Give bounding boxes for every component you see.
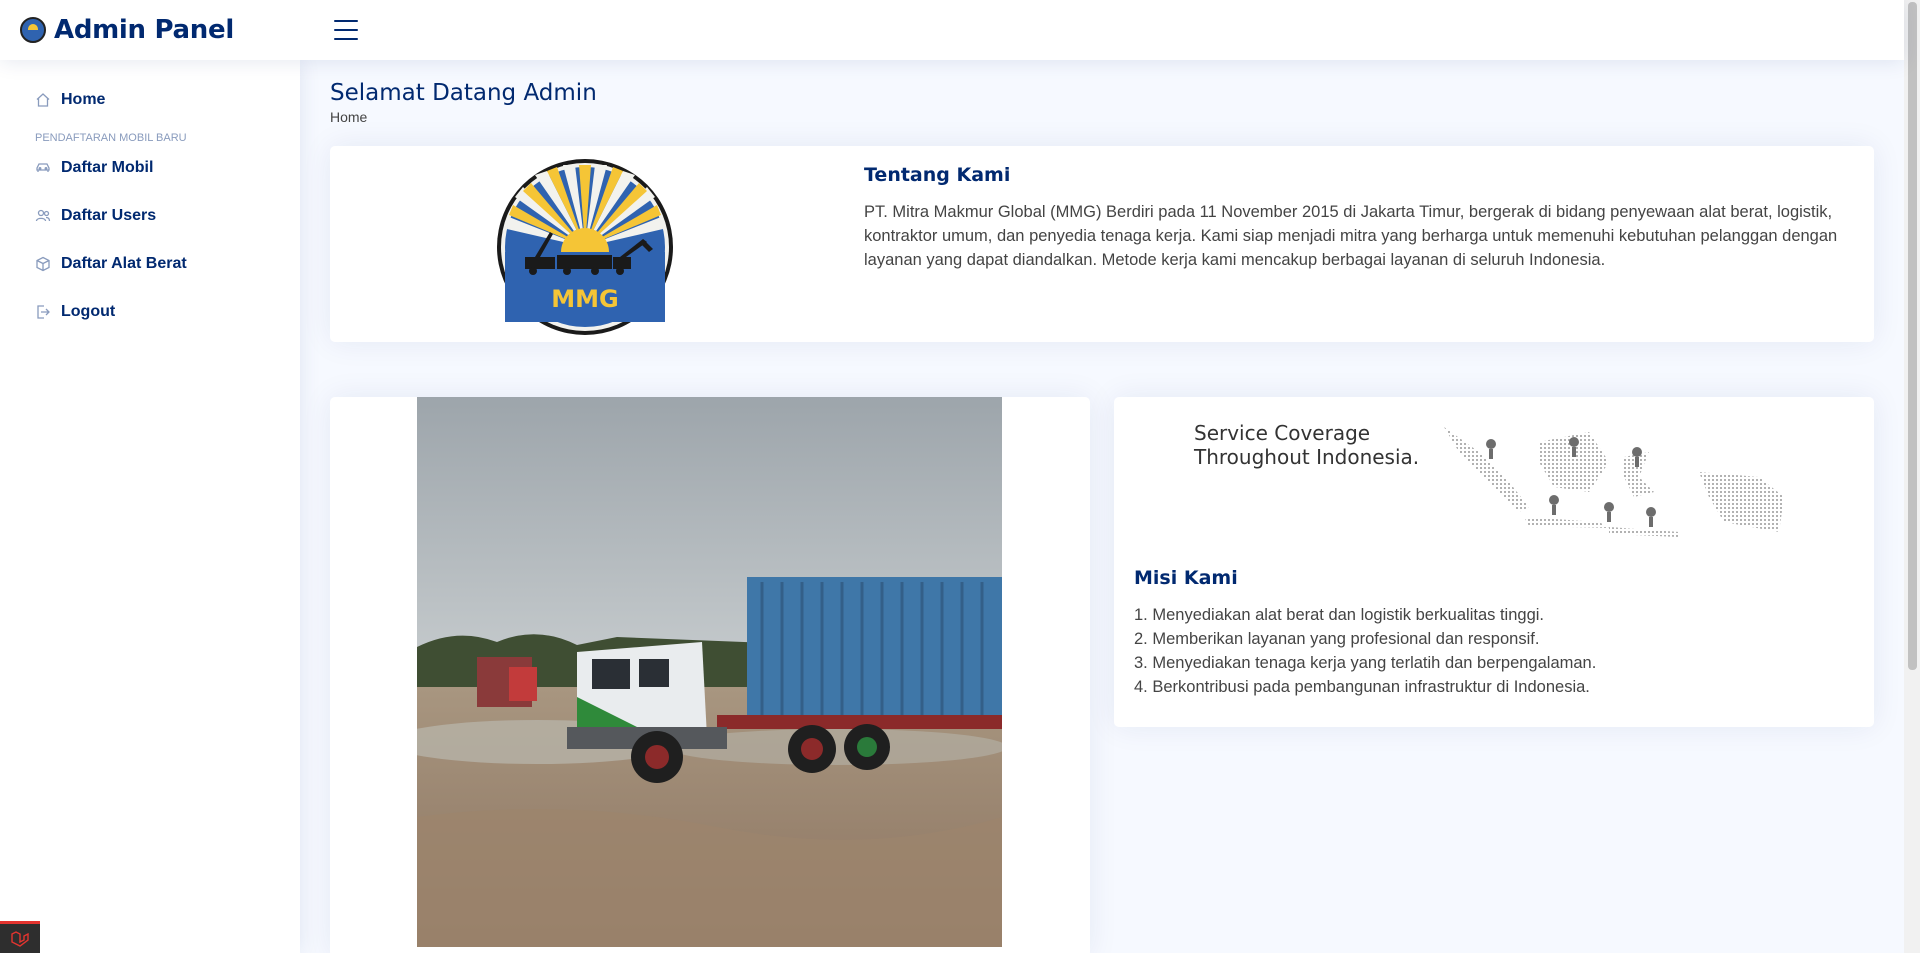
mission-section: Misi Kami 1. Menyediakan alat berat dan …: [1134, 567, 1854, 699]
main-content: Selamat Datang Admin Home MMG Tentang Ka…: [300, 60, 1904, 953]
sidebar-item-logout[interactable]: Logout: [20, 292, 280, 332]
coverage-banner: Service Coverage Throughout Indonesia.: [1194, 407, 1794, 547]
house-icon: [35, 92, 51, 108]
list-item: 4. Berkontribusi pada pembangunan infras…: [1134, 678, 1590, 696]
mmg-company-logo: MMG: [497, 159, 673, 335]
indonesia-map: [1444, 427, 1784, 537]
car-icon: [35, 160, 51, 176]
scrollbar-thumb[interactable]: [1908, 2, 1917, 670]
mission-title: Misi Kami: [1134, 567, 1238, 589]
hamburger-icon[interactable]: [334, 20, 358, 40]
sidebar-item-label: Home: [61, 91, 106, 108]
page-title: Selamat Datang Admin: [330, 80, 597, 106]
about-section: Tentang Kami PT. Mitra Makmur Global (MM…: [864, 164, 1854, 272]
coverage-line-1: Service Coverage: [1194, 421, 1371, 445]
breadcrumb-home[interactable]: Home: [330, 109, 367, 125]
brand-logo[interactable]: Admin Panel: [20, 15, 310, 45]
about-body: PT. Mitra Makmur Global (MMG) Berdiri pa…: [864, 203, 1838, 269]
mission-list: 1. Menyediakan alat berat dan logistik b…: [1134, 603, 1854, 699]
mmg-logo-icon: [20, 17, 46, 43]
sidebar-item-daftar-mobil[interactable]: Daftar Mobil: [20, 148, 280, 188]
debugbar-toggle-icon[interactable]: [0, 921, 40, 953]
coverage-caption: Service Coverage Throughout Indonesia.: [1194, 421, 1419, 469]
list-item: 3. Menyediakan tenaga kerja yang terlati…: [1134, 654, 1597, 672]
box-icon: [35, 256, 51, 272]
logo-letters: MMG: [551, 285, 618, 313]
about-title: Tentang Kami: [864, 164, 1011, 186]
about-card: MMG Tentang Kami PT. Mitra Makmur Global…: [330, 146, 1874, 342]
sidebar-item-label: Daftar Mobil: [61, 159, 154, 176]
mission-card: Service Coverage Throughout Indonesia. M…: [1114, 397, 1874, 727]
sidebar-item-daftar-alat-berat[interactable]: Daftar Alat Berat: [20, 244, 280, 284]
page-scrollbar[interactable]: [1904, 0, 1920, 953]
breadcrumb[interactable]: Home: [330, 109, 1874, 125]
list-item: 2. Memberikan layanan yang profesional d…: [1134, 630, 1540, 648]
logout-icon: [35, 304, 51, 320]
photo-card: [330, 397, 1090, 953]
coverage-line-2: Throughout Indonesia.: [1194, 445, 1420, 469]
sidebar-heading: PENDAFTARAN MOBIL BARU: [35, 132, 187, 144]
sidebar-item-label: Daftar Alat Berat: [61, 255, 187, 272]
brand-title: Admin Panel: [54, 15, 234, 45]
sidebar-item-daftar-users[interactable]: Daftar Users: [20, 196, 280, 236]
truck-photo: [417, 397, 1002, 947]
sidebar-item-label: Logout: [61, 303, 116, 320]
sidebar-item-label: Daftar Users: [61, 207, 157, 224]
top-header: Admin Panel: [0, 0, 1904, 60]
laravel-icon: [11, 930, 29, 947]
sidebar: Home PENDAFTARAN MOBIL BARU Daftar Mobil…: [0, 60, 300, 953]
sidebar-item-home[interactable]: Home: [20, 80, 280, 120]
list-item: 1. Menyediakan alat berat dan logistik b…: [1134, 606, 1544, 624]
users-icon: [35, 208, 51, 224]
